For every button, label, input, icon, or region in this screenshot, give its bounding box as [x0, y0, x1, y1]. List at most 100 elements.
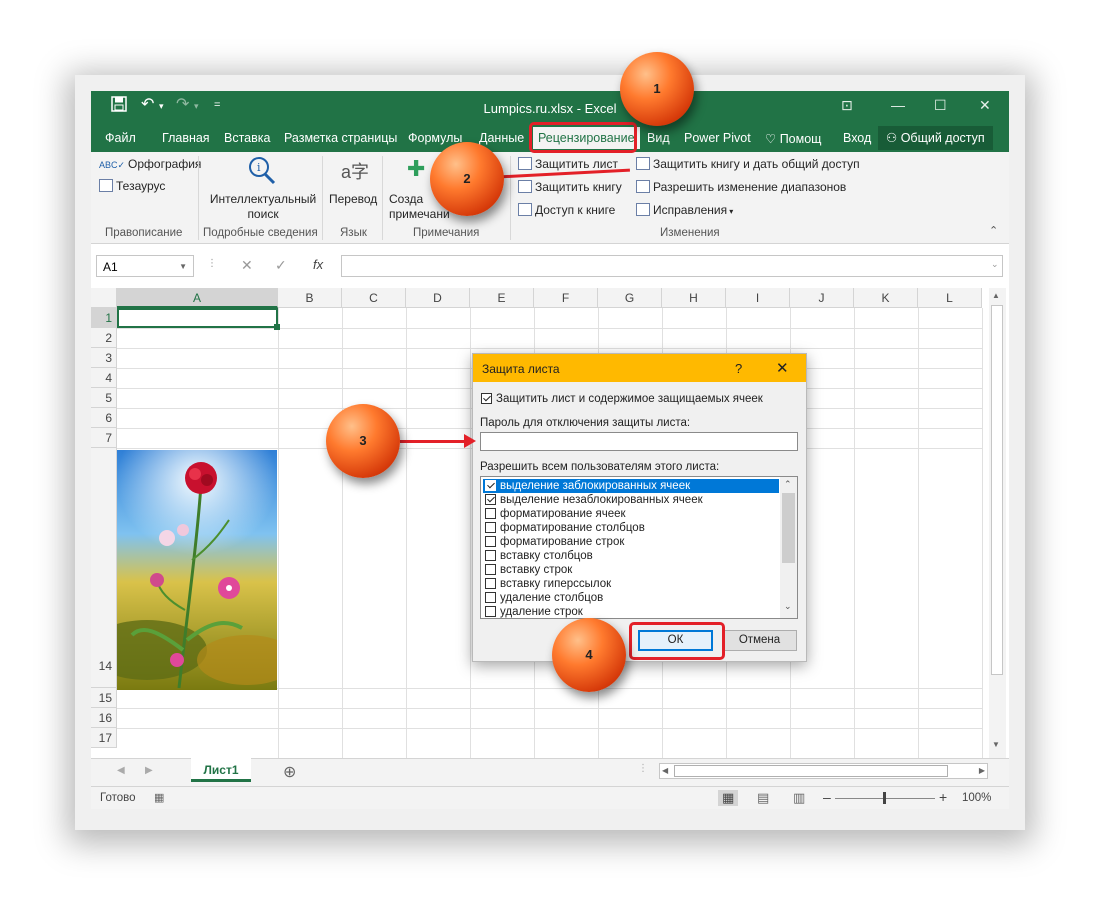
col-header-a[interactable]: A: [117, 288, 278, 308]
list-item[interactable]: форматирование строк: [483, 535, 779, 549]
col-header-j[interactable]: J: [790, 288, 854, 308]
list-item[interactable]: удаление строк: [483, 605, 779, 618]
list-item[interactable]: выделение незаблокированных ячеек: [483, 493, 779, 507]
scroll-up-icon[interactable]: ▲: [992, 291, 1000, 300]
spelling-button[interactable]: ABC✓ Орфография: [99, 157, 201, 171]
scroll-right-icon[interactable]: ▶: [979, 766, 985, 775]
macro-record-icon[interactable]: ▦: [154, 791, 164, 804]
list-item[interactable]: вставку строк: [483, 563, 779, 577]
list-item[interactable]: удаление столбцов: [483, 591, 779, 605]
list-item[interactable]: вставку гиперссылок: [483, 577, 779, 591]
tab-power-pivot[interactable]: Power Pivot: [684, 131, 751, 145]
add-sheet-icon[interactable]: ⊕: [283, 762, 296, 782]
horizontal-scroll-thumb[interactable]: [674, 765, 948, 777]
col-header-c[interactable]: C: [342, 288, 406, 308]
list-item[interactable]: вставку столбцов: [483, 549, 779, 563]
checkbox-checked-icon[interactable]: [485, 480, 496, 491]
smart-lookup-button[interactable]: Интеллектуальный поиск: [208, 192, 318, 222]
chevron-up-icon[interactable]: ⌃: [784, 479, 792, 490]
col-header-h[interactable]: H: [662, 288, 726, 308]
cancel-entry-icon[interactable]: ✕: [241, 257, 253, 274]
horizontal-scrollbar[interactable]: ◀ ▶: [659, 763, 988, 779]
protect-share-button[interactable]: Защитить книгу и дать общий доступ: [636, 157, 860, 171]
checkbox-unchecked-icon[interactable]: [485, 606, 496, 617]
flower-picture[interactable]: [117, 450, 277, 690]
tab-page-layout[interactable]: Разметка страницы: [284, 131, 397, 145]
row-header-14[interactable]: 14: [91, 448, 117, 688]
normal-view-icon[interactable]: ▦: [718, 790, 739, 806]
select-all-corner[interactable]: [91, 288, 117, 308]
protect-sheet-checkbox[interactable]: Защитить лист и содержимое защищаемых яч…: [481, 393, 763, 405]
active-cell-a1[interactable]: [117, 308, 278, 328]
checkbox-unchecked-icon[interactable]: [485, 522, 496, 533]
book-access-button[interactable]: Доступ к книге: [518, 203, 615, 217]
tab-home[interactable]: Главная: [162, 131, 210, 145]
protect-sheet-button[interactable]: Защитить лист: [518, 157, 618, 171]
col-header-f[interactable]: F: [534, 288, 598, 308]
zoom-out-icon[interactable]: –: [823, 789, 831, 805]
confirm-entry-icon[interactable]: ✓: [275, 257, 287, 274]
vertical-scrollbar[interactable]: ▲ ▼: [989, 288, 1006, 758]
collapse-ribbon-icon[interactable]: ⌃: [989, 224, 998, 237]
insert-function-icon[interactable]: fx: [313, 257, 323, 272]
page-break-view-icon[interactable]: ▥: [793, 790, 805, 806]
zoom-level[interactable]: 100%: [962, 792, 991, 804]
list-item[interactable]: форматирование столбцов: [483, 521, 779, 535]
row-header-15[interactable]: 15: [91, 688, 117, 708]
dialog-close-icon[interactable]: ✕: [776, 359, 789, 377]
checkbox-unchecked-icon[interactable]: [485, 564, 496, 575]
row-header-6[interactable]: 6: [91, 408, 117, 428]
scroll-down-icon[interactable]: ▼: [992, 740, 1000, 749]
zoom-slider-thumb[interactable]: [883, 792, 886, 804]
sheet-tab-list1[interactable]: Лист1: [191, 758, 251, 782]
row-header-5[interactable]: 5: [91, 388, 117, 408]
translate-button[interactable]: Перевод: [329, 192, 377, 206]
col-header-g[interactable]: G: [598, 288, 662, 308]
share-button[interactable]: ⚇ Общий доступ: [878, 126, 993, 150]
protect-workbook-button[interactable]: Защитить книгу: [518, 180, 622, 194]
col-header-i[interactable]: I: [726, 288, 790, 308]
list-scrollbar[interactable]: ⌃ ⌄: [780, 477, 797, 618]
expand-formula-icon[interactable]: ⌄: [991, 259, 999, 270]
row-header-7[interactable]: 7: [91, 428, 117, 448]
checkbox-checked-icon[interactable]: [485, 494, 496, 505]
zoom-in-icon[interactable]: +: [939, 789, 947, 805]
row-header-3[interactable]: 3: [91, 348, 117, 368]
row-header-4[interactable]: 4: [91, 368, 117, 388]
col-header-l[interactable]: L: [918, 288, 982, 308]
name-box[interactable]: A1 ▼: [96, 255, 194, 277]
formula-input[interactable]: [341, 255, 1003, 277]
fill-handle[interactable]: [274, 324, 280, 330]
list-item[interactable]: форматирование ячеек: [483, 507, 779, 521]
checkbox-unchecked-icon[interactable]: [485, 550, 496, 561]
next-sheet-icon[interactable]: ▶: [145, 765, 153, 776]
thesaurus-button[interactable]: Тезаурус: [99, 179, 165, 193]
tab-file[interactable]: Файл: [105, 131, 136, 145]
prev-sheet-icon[interactable]: ◀: [117, 765, 125, 776]
tab-view[interactable]: Вид: [647, 131, 670, 145]
password-input[interactable]: [480, 432, 798, 451]
ribbon-display-icon[interactable]: ⊡: [841, 97, 853, 114]
vertical-scroll-thumb[interactable]: [991, 305, 1003, 675]
row-header-16[interactable]: 16: [91, 708, 117, 728]
checkbox-unchecked-icon[interactable]: [485, 592, 496, 603]
checkbox-unchecked-icon[interactable]: [485, 536, 496, 547]
close-icon[interactable]: ✕: [979, 97, 991, 114]
maximize-icon[interactable]: ☐: [934, 97, 947, 114]
checkbox-unchecked-icon[interactable]: [485, 578, 496, 589]
cancel-button[interactable]: Отмена: [722, 630, 797, 651]
row-header-17[interactable]: 17: [91, 728, 117, 748]
col-header-e[interactable]: E: [470, 288, 534, 308]
minimize-icon[interactable]: —: [891, 97, 905, 113]
row-header-1[interactable]: 1: [91, 308, 117, 328]
tab-data[interactable]: Данные: [479, 131, 524, 145]
tell-me-search[interactable]: ♡ Помощ: [765, 131, 821, 146]
col-header-k[interactable]: K: [854, 288, 918, 308]
chevron-down-icon[interactable]: ⌄: [784, 601, 792, 612]
col-header-b[interactable]: B: [278, 288, 342, 308]
page-layout-view-icon[interactable]: ▤: [757, 790, 769, 806]
list-item[interactable]: выделение заблокированных ячеек: [483, 479, 779, 493]
col-header-d[interactable]: D: [406, 288, 470, 308]
permissions-list[interactable]: выделение заблокированных ячеек выделени…: [480, 476, 798, 619]
row-header-2[interactable]: 2: [91, 328, 117, 348]
